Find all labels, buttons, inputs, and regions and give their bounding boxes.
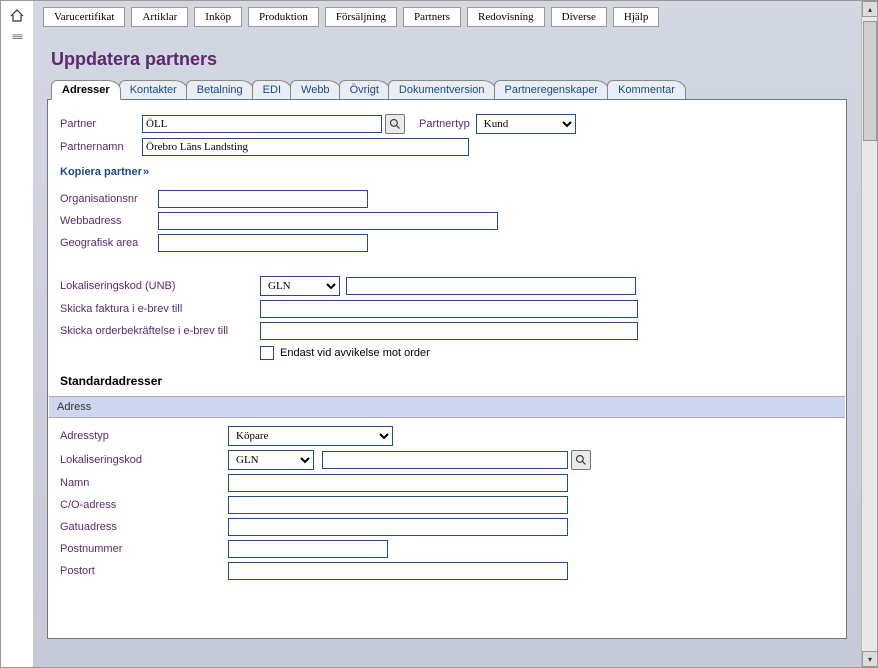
scroll-up-button[interactable]: ▴ [862, 1, 878, 17]
postnummer-label: Postnummer [60, 543, 228, 555]
organisationsnr-label: Organisationsnr [60, 193, 158, 205]
menubar: Varucertifikat Artiklar Inköp Produktion… [33, 1, 861, 31]
adresstyp-label: Adresstyp [60, 430, 228, 442]
lokaliseringskod-select[interactable]: GLN [228, 450, 314, 470]
lokaliseringskod-unb-label: Lokaliseringskod (UNB) [60, 280, 260, 292]
skicka-order-label: Skicka orderbekräftelse i e-brev till [60, 325, 260, 337]
gatuadress-input[interactable] [228, 518, 568, 536]
menu-inkop[interactable]: Inköp [194, 7, 242, 27]
tab-webb[interactable]: Webb [290, 80, 341, 99]
webbadress-label: Webbadress [60, 215, 158, 227]
lines-icon[interactable]: ≡≡ [6, 29, 28, 47]
tab-ovrigt[interactable]: Övrigt [339, 80, 390, 99]
webbadress-input[interactable] [158, 212, 498, 230]
scroll-down-button[interactable]: ▾ [862, 651, 878, 667]
namn-label: Namn [60, 477, 228, 489]
menu-varucertifikat[interactable]: Varucertifikat [43, 7, 125, 27]
search-icon [389, 118, 401, 130]
menu-hjalp[interactable]: Hjälp [613, 7, 659, 27]
tab-kommentar[interactable]: Kommentar [607, 80, 686, 99]
co-adress-input[interactable] [228, 496, 568, 514]
postort-label: Postort [60, 565, 228, 577]
partnernamn-input[interactable] [142, 138, 469, 156]
scrollbar[interactable]: ▴ ▾ [861, 1, 877, 667]
endast-avvikelse-label: Endast vid avvikelse mot order [280, 347, 430, 359]
lokaliseringskod-unb-input[interactable] [346, 277, 636, 295]
tab-partneregenskaper[interactable]: Partneregenskaper [494, 80, 610, 99]
menu-diverse[interactable]: Diverse [551, 7, 607, 27]
partnertyp-select[interactable]: Kund [476, 114, 576, 134]
menu-artiklar[interactable]: Artiklar [131, 7, 188, 27]
skicka-faktura-input[interactable] [260, 300, 638, 318]
tab-betalning[interactable]: Betalning [186, 80, 254, 99]
menu-redovisning[interactable]: Redovisning [467, 7, 545, 27]
kopiera-partner-link[interactable]: Kopiera partner » [60, 160, 147, 186]
tab-edi[interactable]: EDI [252, 80, 292, 99]
left-rail: ≡≡ [1, 1, 33, 667]
standardadresser-heading: Standardadresser [60, 374, 834, 388]
menu-produktion[interactable]: Produktion [248, 7, 319, 27]
raquo-icon: » [142, 166, 147, 178]
skicka-faktura-label: Skicka faktura i e-brev till [60, 303, 260, 315]
main-area: Varucertifikat Artiklar Inköp Produktion… [33, 1, 861, 667]
home-icon[interactable] [6, 8, 28, 26]
page-title: Uppdatera partners [33, 31, 861, 80]
organisationsnr-input[interactable] [158, 190, 368, 208]
tab-kontakter[interactable]: Kontakter [119, 80, 188, 99]
postort-input[interactable] [228, 562, 568, 580]
kopiera-partner-text: Kopiera partner [60, 166, 142, 178]
lokaliseringskod-input[interactable] [322, 451, 568, 469]
namn-input[interactable] [228, 474, 568, 492]
lokaliseringskod-unb-select[interactable]: GLN [260, 276, 340, 296]
adress-section-bar: Adress [49, 396, 845, 418]
postnummer-input[interactable] [228, 540, 388, 558]
tabs: Adresser Kontakter Betalning EDI Webb Öv… [33, 80, 861, 99]
tab-panel: Partner Partnertyp Kund Partnernamn Kopi… [47, 99, 847, 639]
partner-input[interactable] [142, 115, 382, 133]
adresstyp-select[interactable]: Köpare [228, 426, 393, 446]
geografisk-area-input[interactable] [158, 234, 368, 252]
lokaliseringskod-label: Lokaliseringskod [60, 454, 228, 466]
partnertyp-label: Partnertyp [419, 118, 470, 130]
partnernamn-label: Partnernamn [60, 141, 142, 153]
search-icon [575, 454, 587, 466]
menu-forsaljning[interactable]: Försäljning [325, 7, 397, 27]
gatuadress-label: Gatuadress [60, 521, 228, 533]
tab-dokumentversion[interactable]: Dokumentversion [388, 80, 496, 99]
geografisk-area-label: Geografisk area [60, 237, 158, 249]
endast-avvikelse-checkbox[interactable] [260, 346, 274, 360]
tab-adresser[interactable]: Adresser [51, 80, 121, 100]
menu-partners[interactable]: Partners [403, 7, 461, 27]
partner-label: Partner [60, 118, 142, 130]
scroll-thumb[interactable] [863, 21, 877, 141]
lokaliseringskod-search-button[interactable] [571, 450, 591, 470]
co-adress-label: C/O-adress [60, 499, 228, 511]
skicka-order-input[interactable] [260, 322, 638, 340]
partner-search-button[interactable] [385, 114, 405, 134]
